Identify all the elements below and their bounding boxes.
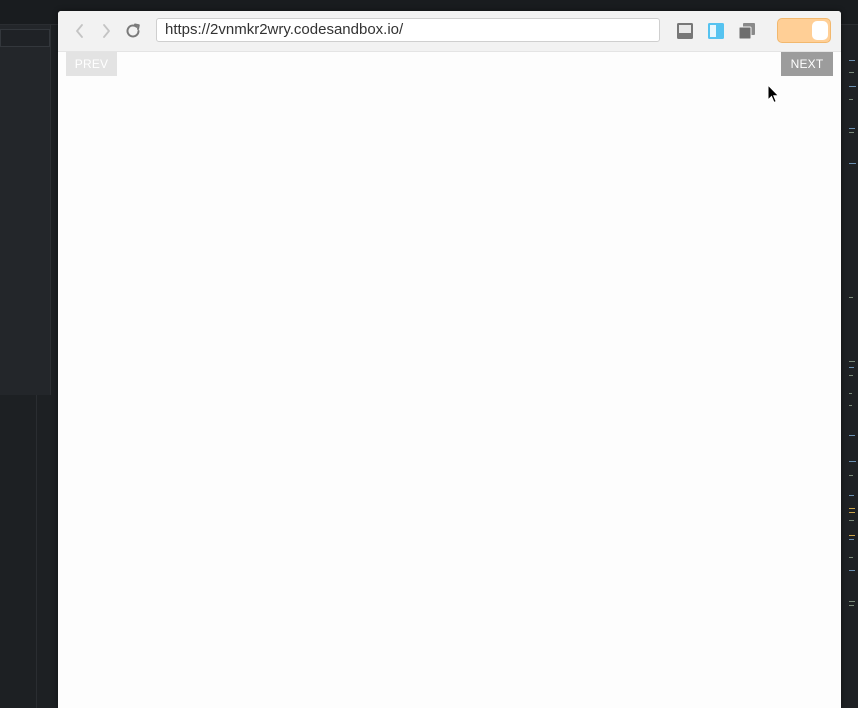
- preview-toggle[interactable]: [777, 18, 831, 43]
- refresh-icon: [126, 23, 140, 38]
- code-line: [849, 570, 855, 571]
- new-window-icon: [738, 23, 755, 40]
- code-line: [849, 557, 853, 558]
- new-window-button[interactable]: [737, 21, 757, 41]
- code-line: [849, 605, 854, 606]
- code-line: [849, 361, 855, 362]
- refresh-button[interactable]: [123, 21, 143, 41]
- editor-sidebar-tab[interactable]: [0, 29, 50, 47]
- toggle-knob: [812, 21, 828, 40]
- forward-button[interactable]: [96, 21, 116, 41]
- code-line: [849, 508, 855, 509]
- console-panel-icon: [677, 23, 693, 39]
- code-line: [849, 375, 853, 376]
- prev-button[interactable]: PREV: [66, 52, 117, 76]
- code-line: [849, 99, 853, 100]
- editor-divider: [36, 395, 37, 708]
- code-line: [849, 512, 855, 513]
- code-line: [849, 163, 856, 164]
- chevron-right-icon: [103, 24, 110, 38]
- code-line: [849, 132, 854, 133]
- code-line: [849, 405, 852, 406]
- code-line: [849, 535, 855, 536]
- back-button[interactable]: [70, 21, 90, 41]
- console-layout-button[interactable]: [675, 21, 695, 41]
- code-line: [849, 495, 854, 496]
- code-line: [849, 601, 855, 602]
- code-line: [849, 297, 853, 298]
- code-line: [849, 520, 854, 521]
- chevron-left-icon: [76, 24, 83, 38]
- preview-window: https://2vnmkr2wry.codesandbox.io/ PREV: [58, 11, 841, 708]
- address-bar[interactable]: https://2vnmkr2wry.codesandbox.io/: [156, 18, 660, 42]
- next-button[interactable]: NEXT: [781, 52, 833, 76]
- page-content: PREV NEXT: [58, 52, 841, 708]
- code-line: [849, 367, 854, 368]
- editor-sidebar: [0, 25, 51, 395]
- code-line: [849, 435, 855, 436]
- code-line: [849, 60, 855, 61]
- editor-code-edge: [841, 25, 858, 708]
- code-line: [849, 393, 852, 394]
- code-line: [849, 128, 855, 129]
- side-by-side-icon: [708, 23, 724, 39]
- code-line: [849, 461, 856, 462]
- code-line: [849, 539, 854, 540]
- mouse-cursor-icon: [767, 84, 780, 104]
- code-line: [849, 72, 854, 73]
- browser-toolbar: https://2vnmkr2wry.codesandbox.io/: [58, 11, 841, 52]
- code-line: [849, 475, 853, 476]
- code-line: [849, 86, 856, 87]
- side-by-side-layout-button[interactable]: [706, 21, 726, 41]
